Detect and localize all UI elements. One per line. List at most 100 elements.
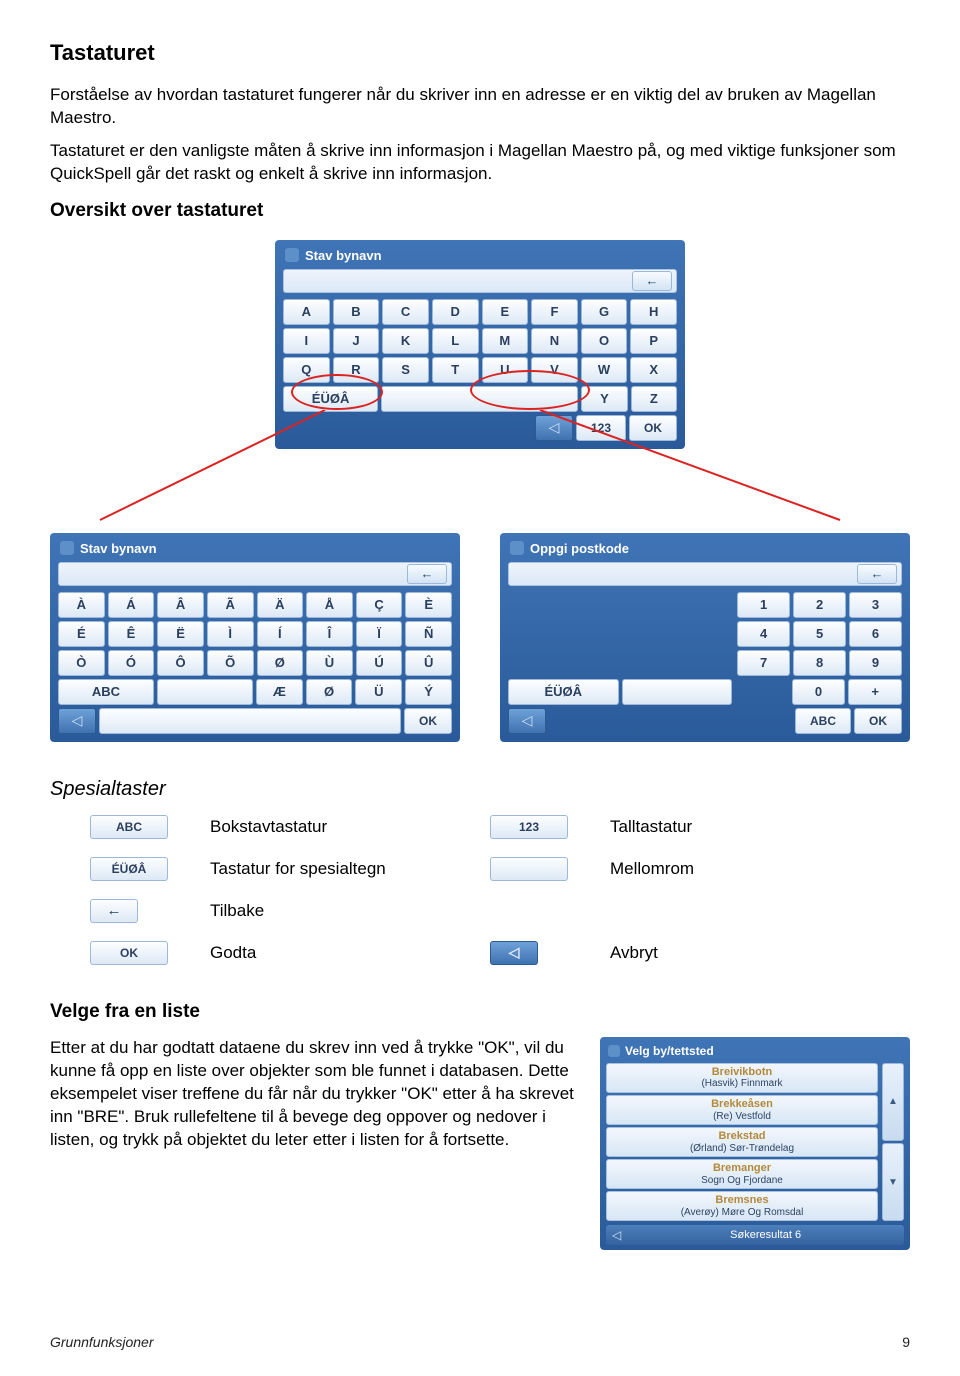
scroll-up-icon[interactable]: ▲ [882, 1063, 904, 1141]
key[interactable]: Ã [207, 592, 254, 618]
key-123[interactable]: 123 [576, 415, 626, 441]
key-z[interactable]: Z [631, 386, 677, 412]
key-1[interactable]: 1 [737, 592, 790, 618]
key[interactable]: Ç [356, 592, 403, 618]
list-item-main: Breivikbotn [611, 1066, 873, 1079]
key-ok[interactable]: OK [629, 415, 677, 441]
key-e[interactable]: E [482, 299, 529, 325]
key-ok[interactable]: OK [404, 708, 452, 734]
list-item[interactable]: Bremanger Sogn Og Fjordane [606, 1159, 878, 1189]
key[interactable]: Û [405, 650, 452, 676]
key-l[interactable]: L [432, 328, 479, 354]
results-header: Velg by/tettsted [606, 1042, 904, 1063]
key-t[interactable]: T [432, 357, 479, 383]
key[interactable]: Ý [405, 679, 452, 705]
keyboard-input[interactable]: ← [58, 562, 452, 586]
key-5[interactable]: 5 [793, 621, 846, 647]
key-v[interactable]: V [531, 357, 578, 383]
key-k[interactable]: K [382, 328, 429, 354]
cancel-button[interactable]: ◁ [535, 415, 573, 441]
list-item[interactable]: Bremsnes (Averøy) Møre Og Romsdal [606, 1191, 878, 1221]
key-w[interactable]: W [581, 357, 628, 383]
key[interactable]: Ê [108, 621, 155, 647]
key-r[interactable]: R [333, 357, 380, 383]
key-a[interactable]: A [283, 299, 330, 325]
list-item[interactable]: Brekstad (Ørland) Sør-Trøndelag [606, 1127, 878, 1157]
key-6[interactable]: 6 [849, 621, 902, 647]
key[interactable]: Ì [207, 621, 254, 647]
key-abc[interactable]: ABC [58, 679, 154, 705]
key-plus[interactable]: + [848, 679, 902, 705]
key-o[interactable]: O [581, 328, 628, 354]
key[interactable]: Á [108, 592, 155, 618]
list-item-main: Bremanger [611, 1162, 873, 1175]
key-space[interactable] [157, 679, 253, 705]
keyboard-header: Stav bynavn [58, 539, 452, 562]
key[interactable]: Õ [207, 650, 254, 676]
backspace-key[interactable]: ← [407, 564, 447, 584]
key-s[interactable]: S [382, 357, 429, 383]
key-4[interactable]: 4 [737, 621, 790, 647]
key[interactable]: Ü [355, 679, 402, 705]
scroll-down-icon[interactable]: ▼ [882, 1143, 904, 1221]
key[interactable]: Ñ [405, 621, 452, 647]
key-j[interactable]: J [333, 328, 380, 354]
cancel-button[interactable]: ◁ [58, 708, 96, 734]
list-item[interactable]: Breivikbotn (Hasvik) Finnmark [606, 1063, 878, 1093]
key[interactable]: Ï [356, 621, 403, 647]
key[interactable]: Ø [257, 650, 304, 676]
key-special[interactable]: ÉÜØÂ [283, 386, 378, 412]
key-special[interactable]: ÉÜØÂ [508, 679, 619, 705]
key-q[interactable]: Q [283, 357, 330, 383]
key[interactable]: Ä [257, 592, 304, 618]
key-blank[interactable] [99, 708, 401, 734]
key[interactable]: É [58, 621, 105, 647]
key-i[interactable]: I [283, 328, 330, 354]
key-x[interactable]: X [630, 357, 677, 383]
key-space[interactable] [381, 386, 578, 412]
key-space[interactable] [622, 679, 733, 705]
key[interactable]: Î [306, 621, 353, 647]
key-g[interactable]: G [581, 299, 628, 325]
key-c[interactable]: C [382, 299, 429, 325]
key[interactable]: Ú [356, 650, 403, 676]
keyboard-input[interactable]: ← [283, 269, 677, 293]
cancel-button[interactable]: ◁ [508, 708, 546, 734]
key[interactable]: Å [306, 592, 353, 618]
key[interactable]: È [405, 592, 452, 618]
key[interactable]: Â [157, 592, 204, 618]
key-y[interactable]: Y [581, 386, 627, 412]
key-n[interactable]: N [531, 328, 578, 354]
key[interactable]: À [58, 592, 105, 618]
key-d[interactable]: D [432, 299, 479, 325]
key-3[interactable]: 3 [849, 592, 902, 618]
key[interactable]: Ë [157, 621, 204, 647]
key[interactable]: Ó [108, 650, 155, 676]
key-ok[interactable]: OK [854, 708, 902, 734]
list-item[interactable]: Brekkeåsen (Re) Vestfold [606, 1095, 878, 1125]
scrollbar[interactable]: ▲ ▼ [882, 1063, 904, 1222]
key-0[interactable]: 0 [792, 679, 846, 705]
key-f[interactable]: F [531, 299, 578, 325]
key[interactable]: Í [257, 621, 304, 647]
key-m[interactable]: M [482, 328, 529, 354]
key-u[interactable]: U [482, 357, 529, 383]
backspace-key[interactable]: ← [632, 271, 672, 291]
back-icon[interactable]: ◁ [612, 1228, 621, 1242]
key-9[interactable]: 9 [849, 650, 902, 676]
key-b[interactable]: B [333, 299, 380, 325]
key-p[interactable]: P [630, 328, 677, 354]
key-abc[interactable]: ABC [795, 708, 851, 734]
keyboard-main: Stav bynavn ← A B C D E F G H I J K L M [275, 240, 685, 449]
key[interactable]: Ù [306, 650, 353, 676]
key[interactable]: Ø [306, 679, 353, 705]
key-7[interactable]: 7 [737, 650, 790, 676]
key-8[interactable]: 8 [793, 650, 846, 676]
keyboard-input[interactable]: ← [508, 562, 902, 586]
key[interactable]: Ò [58, 650, 105, 676]
key-h[interactable]: H [630, 299, 677, 325]
key[interactable]: Ô [157, 650, 204, 676]
backspace-key[interactable]: ← [857, 564, 897, 584]
key[interactable]: Æ [256, 679, 303, 705]
key-2[interactable]: 2 [793, 592, 846, 618]
